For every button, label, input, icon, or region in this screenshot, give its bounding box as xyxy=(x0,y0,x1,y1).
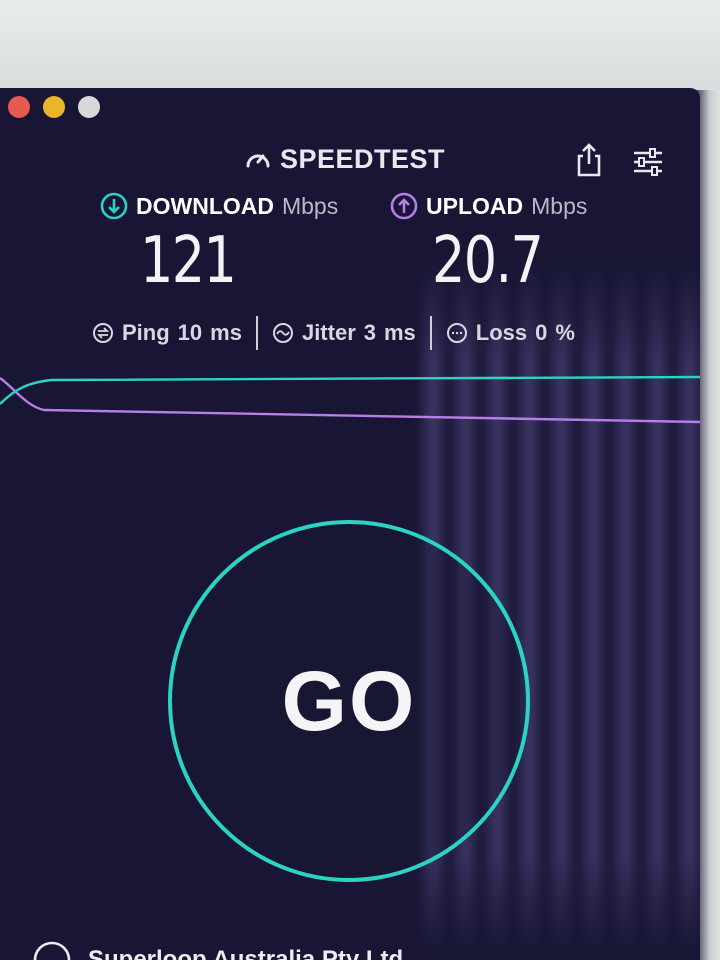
settings-sliders-icon xyxy=(634,148,662,176)
stats-divider xyxy=(429,316,432,350)
go-button[interactable]: GO xyxy=(168,520,530,882)
jitter-icon xyxy=(272,323,293,343)
arrow-down-circle-icon xyxy=(100,192,128,220)
ping-stat: Ping 10 ms xyxy=(92,320,242,346)
jitter-unit: ms xyxy=(384,320,416,345)
jitter-label: Jitter xyxy=(301,320,356,345)
speedometer-icon xyxy=(246,154,270,167)
download-value: 121 xyxy=(140,224,237,298)
ping-unit: ms xyxy=(210,320,242,345)
loss-label: Loss xyxy=(475,320,528,345)
close-window-button[interactable] xyxy=(8,96,30,118)
jitter-value: 3 xyxy=(363,320,376,345)
go-label: GO xyxy=(281,653,417,748)
share-icon xyxy=(577,143,601,177)
speedtest-window: SPEEDTEST DOWNLOAD Mbps 121 UPLOAD Mbps … xyxy=(0,88,700,960)
download-metric: DOWNLOAD Mbps 121 xyxy=(100,192,338,298)
provider-info: Superloop Australia Pty Ltd xyxy=(32,940,403,960)
upload-value: 20.7 xyxy=(432,224,544,298)
loss-value: 0 xyxy=(535,320,548,345)
screen-bezel xyxy=(0,0,720,100)
stats-divider xyxy=(255,316,258,350)
upload-graph-line xyxy=(0,377,700,424)
provider-name: Superloop Australia Pty Ltd xyxy=(88,946,404,960)
speed-graph xyxy=(0,375,700,424)
globe-icon xyxy=(33,941,71,960)
loss-unit: % xyxy=(555,320,575,345)
ping-value: 10 xyxy=(177,320,203,345)
upload-label: UPLOAD xyxy=(426,192,524,219)
settings-button[interactable] xyxy=(632,148,664,176)
download-graph-line xyxy=(0,375,700,405)
loss-icon xyxy=(446,323,467,343)
upload-metric: UPLOAD Mbps 20.7 xyxy=(390,192,587,298)
window-controls xyxy=(8,96,100,118)
zoom-window-button[interactable] xyxy=(78,96,100,118)
share-button[interactable] xyxy=(574,142,604,178)
upload-unit: Mbps xyxy=(531,192,588,219)
jitter-stat: Jitter 3 ms xyxy=(272,320,416,346)
download-label: DOWNLOAD xyxy=(136,192,274,219)
download-unit: Mbps xyxy=(281,192,339,219)
app-brand: SPEEDTEST xyxy=(244,144,445,175)
ping-label: Ping xyxy=(122,320,170,345)
latency-stats: Ping 10 ms Jitter 3 ms Loss 0 % xyxy=(92,316,575,350)
ping-icon xyxy=(93,323,113,343)
arrow-up-circle-icon xyxy=(390,192,418,220)
app-title: SPEEDTEST xyxy=(280,144,446,174)
loss-stat: Loss 0 % xyxy=(446,320,575,346)
minimize-window-button[interactable] xyxy=(43,96,65,118)
